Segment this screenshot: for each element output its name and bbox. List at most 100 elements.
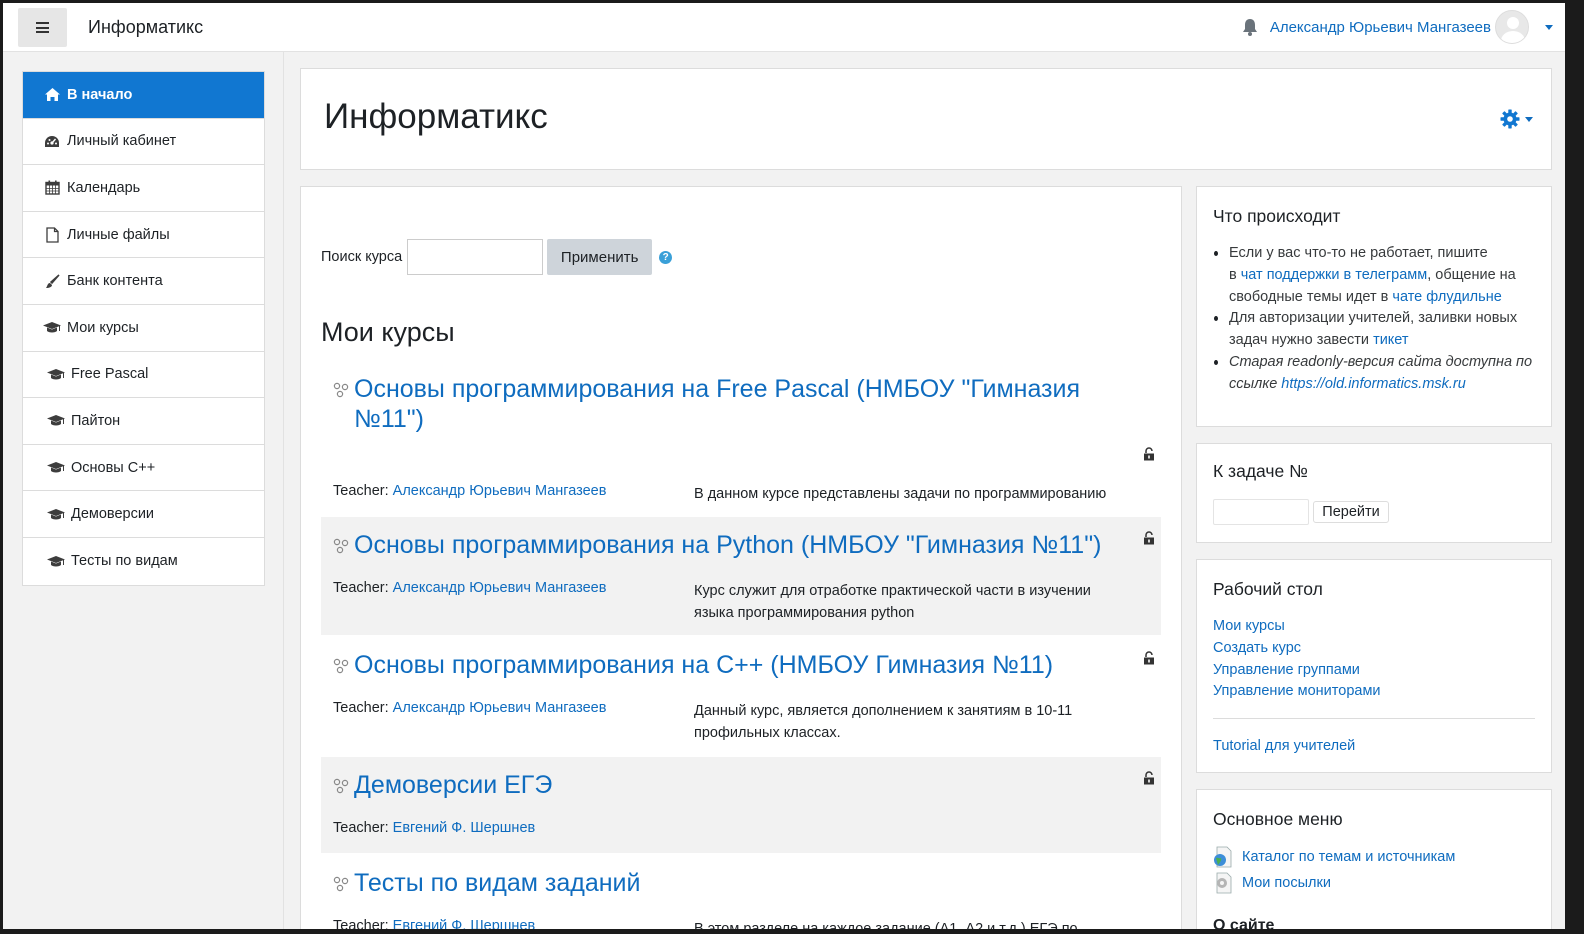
course-teacher: Teacher: Александр Юрьевич Мангазеев <box>333 483 607 499</box>
lock-open-icon <box>1144 771 1154 785</box>
nav-item-course-tests[interactable]: Тесты по видам <box>23 537 264 585</box>
telegram-support-link[interactable]: чат поддержки в телеграмм <box>1241 267 1427 283</box>
nav-item-my-courses[interactable]: Мои курсы <box>23 304 264 352</box>
teacher-link[interactable]: Евгений Ф. Шершнев <box>393 918 536 929</box>
avatar-icon[interactable] <box>1495 10 1529 44</box>
course-title-link[interactable]: Тесты по видам заданий <box>354 868 641 898</box>
news-item: Старая readonly-версия сайта доступна по… <box>1213 352 1539 396</box>
old-site-link[interactable]: https://old.informatics.msk.ru <box>1281 376 1466 392</box>
goto-problem-block: К задаче № Перейти <box>1196 443 1552 543</box>
settings-menu-button[interactable] <box>1500 109 1533 129</box>
nav-item-label: Пайтон <box>71 412 121 429</box>
teacher-link[interactable]: Александр Юрьевич Мангазеев <box>393 700 607 716</box>
menu-icon <box>36 22 49 33</box>
goto-button[interactable]: Перейти <box>1313 501 1389 523</box>
site-name[interactable]: Информатикс <box>88 17 203 38</box>
graduation-cap-icon <box>47 366 65 382</box>
course-summary: В этом разделе на каждое задание (А1, А2… <box>694 921 1078 929</box>
nav-item-course-demo[interactable]: Демоверсии <box>23 491 264 538</box>
help-icon[interactable]: ? <box>659 250 673 264</box>
nav-list: В начало Личный кабинет Календарь Личные… <box>22 71 265 586</box>
course-icon <box>333 382 349 398</box>
nav-item-dashboard[interactable]: Личный кабинет <box>23 118 264 166</box>
nav-item-course-cpp[interactable]: Основы C++ <box>23 444 264 492</box>
block-title: К задаче № <box>1213 461 1308 481</box>
problem-number-input[interactable] <box>1213 499 1309 525</box>
top-navbar: Информатикс Александр Юрьевич Мангазеев <box>3 3 1565 52</box>
chevron-down-icon[interactable] <box>1545 24 1553 30</box>
news-list: Если у вас что-то не работает, пишите в … <box>1213 243 1539 396</box>
nav-item-label: Free Pascal <box>71 366 149 383</box>
course-header: Тесты по видам заданий <box>333 855 1149 898</box>
main-menu-block: Основное меню Каталог по темам и источни… <box>1196 789 1552 929</box>
course-title-link[interactable]: Основы программирования на С++ (НМБОУ Ги… <box>354 650 1053 680</box>
course-icon <box>333 658 349 674</box>
nav-item-label: В начало <box>67 86 133 103</box>
course-info: Teacher: Евгений Ф. Шершнев В этом разде… <box>333 918 1144 929</box>
manage-groups-link[interactable]: Управление группами <box>1213 662 1360 678</box>
course-summary: В данном курсе представлены задачи по пр… <box>694 486 1107 502</box>
course-icon <box>333 778 349 794</box>
course-title-link[interactable]: Основы программирования на Free Pascal (… <box>354 374 1080 434</box>
apply-search-button[interactable]: Применить <box>547 239 653 275</box>
nav-item-label: Тесты по видам <box>71 553 178 570</box>
user-menu-area: Александр Юрьевич Мангазеев <box>1242 9 1553 45</box>
main-region: Поиск курса Применить ? Мои курсы Основы… <box>300 186 1182 929</box>
teacher-link[interactable]: Александр Юрьевич Мангазеев <box>393 580 607 596</box>
graduation-cap-icon <box>43 320 61 336</box>
brush-icon <box>43 273 61 289</box>
user-name-link[interactable]: Александр Юрьевич Мангазеев <box>1270 19 1491 36</box>
graduation-cap-icon <box>47 460 65 476</box>
nav-item-course-free-pascal[interactable]: Free Pascal <box>23 351 264 399</box>
page-title: Информатикс <box>324 97 548 136</box>
flood-chat-link[interactable]: чате флудильне <box>1392 289 1501 305</box>
course-title-link[interactable]: Основы программирования на Python (НМБОУ… <box>354 530 1101 560</box>
create-course-link[interactable]: Создать курс <box>1213 640 1301 656</box>
graduation-cap-icon <box>47 413 65 429</box>
news-block: Что происходит Если у вас что-то не рабо… <box>1196 186 1552 427</box>
graduation-cap-icon <box>47 506 65 522</box>
submissions-link[interactable]: Мои посылки <box>1242 875 1331 891</box>
nav-item-content-bank[interactable]: Банк контента <box>23 258 264 305</box>
catalog-link[interactable]: Каталог по темам и источникам <box>1242 849 1455 865</box>
course-header: Основы программирования на Free Pascal (… <box>333 370 1149 434</box>
tutorial-link[interactable]: Tutorial для учителей <box>1213 738 1355 754</box>
goto-form: Перейти <box>1213 499 1389 525</box>
menu-item-submissions[interactable]: Мои посылки <box>1213 872 1331 894</box>
course-item: Тесты по видам заданий Teacher: Евгений … <box>321 855 1161 929</box>
course-title-link[interactable]: Демоверсии ЕГЭ <box>354 770 552 800</box>
manage-monitors-link[interactable]: Управление мониторами <box>1213 683 1381 699</box>
browser-viewport: Информатикс Александр Юрьевич Мангазеев … <box>3 3 1565 929</box>
news-item: Если у вас что-то не работает, пишите в … <box>1213 243 1539 308</box>
drawer-toggle-button[interactable] <box>18 8 67 47</box>
list-item: Управление группами <box>1213 660 1381 682</box>
tutorial-links: Tutorial для учителей <box>1213 736 1355 758</box>
teacher-link[interactable]: Александр Юрьевич Мангазеев <box>393 483 607 499</box>
my-courses-link[interactable]: Мои курсы <box>1213 618 1285 634</box>
course-header: Демоверсии ЕГЭ <box>333 757 1149 800</box>
ticket-link[interactable]: тикет <box>1373 332 1408 348</box>
nav-item-private-files[interactable]: Личные файлы <box>23 211 264 259</box>
teacher-link[interactable]: Евгений Ф. Шершнев <box>393 820 536 836</box>
course-search-input[interactable] <box>407 239 544 275</box>
chevron-down-icon <box>1525 116 1533 122</box>
next-block-title: О сайте <box>1213 917 1275 929</box>
course-icon <box>333 876 349 892</box>
menu-item-catalog[interactable]: Каталог по темам и источникам <box>1213 846 1455 868</box>
nav-item-course-python[interactable]: Пайтон <box>23 398 264 445</box>
course-info: Teacher: Александр Юрьевич Мангазеев Дан… <box>333 700 1144 744</box>
file-icon <box>43 226 61 243</box>
block-title: Что происходит <box>1213 206 1341 226</box>
bell-icon[interactable] <box>1242 18 1258 36</box>
course-teacher: Teacher: Евгений Ф. Шершнев <box>333 918 694 929</box>
course-icon <box>333 538 349 554</box>
list-item: Создать курс <box>1213 638 1381 660</box>
course-teacher: Teacher: Александр Юрьевич Мангазеев <box>333 580 607 596</box>
block-title: Основное меню <box>1213 809 1343 829</box>
nav-item-label: Демоверсии <box>71 506 155 523</box>
list-item: Tutorial для учителей <box>1213 736 1355 758</box>
nav-item-calendar[interactable]: Календарь <box>23 165 264 212</box>
nav-item-home[interactable]: В начало <box>23 72 264 119</box>
course-info: Teacher: Евгений Ф. Шершнев <box>333 820 694 836</box>
gear-icon <box>1500 109 1520 129</box>
